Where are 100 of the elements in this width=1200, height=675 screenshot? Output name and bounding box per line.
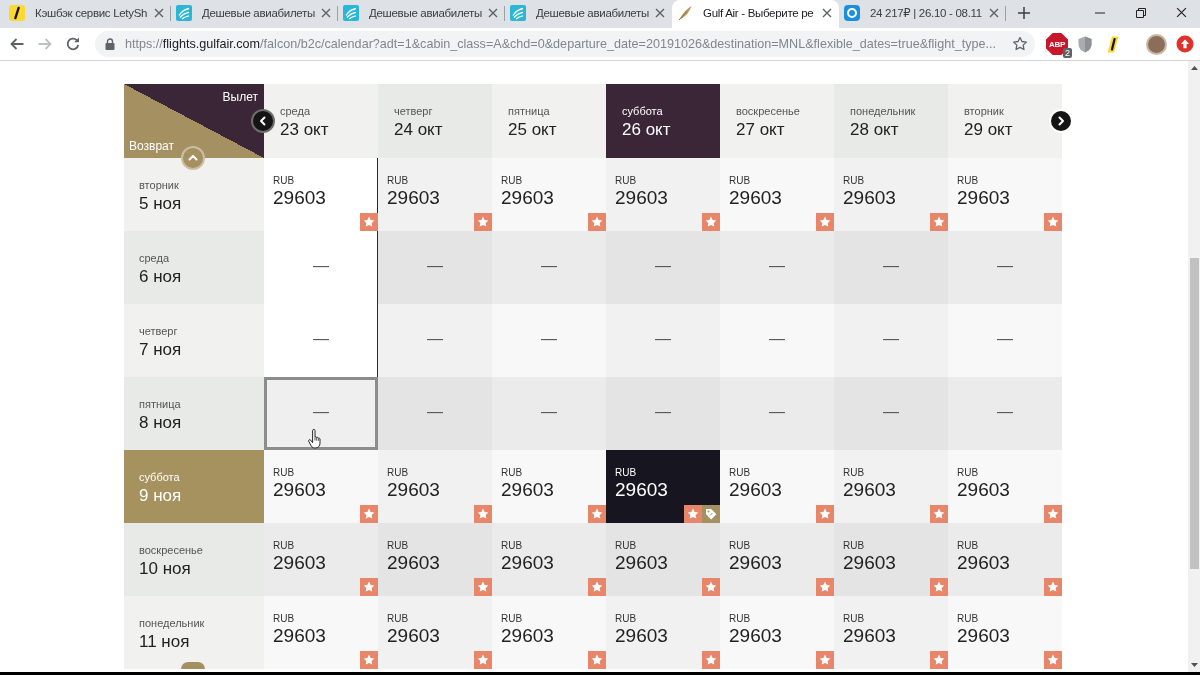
slash-logo-icon[interactable] bbox=[1107, 35, 1119, 53]
close-icon[interactable] bbox=[154, 7, 164, 18]
fare-cell[interactable]: RUB 29603 bbox=[606, 523, 720, 596]
close-icon[interactable] bbox=[989, 7, 999, 18]
browser-tab[interactable]: Кэшбэк сервис LetySh bbox=[4, 0, 171, 28]
fare-cell[interactable]: RUB 29603 bbox=[264, 450, 378, 523]
fare-cell[interactable]: RUB 29603 bbox=[720, 450, 834, 523]
fare-cell[interactable]: RUB 29603 bbox=[720, 596, 834, 669]
no-fare-dash: — bbox=[655, 329, 671, 348]
back-icon[interactable] bbox=[9, 36, 25, 52]
fare-cell[interactable]: RUB 29603 bbox=[834, 450, 948, 523]
weekday-label: воскресенье bbox=[139, 544, 203, 557]
fare-cell[interactable]: — bbox=[378, 377, 492, 450]
fare-cell[interactable]: — bbox=[492, 231, 606, 304]
restore-icon[interactable] bbox=[1136, 7, 1146, 18]
scroll-down-arrow-icon[interactable] bbox=[1190, 663, 1198, 667]
expand-button[interactable] bbox=[181, 662, 205, 669]
close-icon[interactable] bbox=[321, 7, 331, 18]
departure-date-header[interactable]: суббота 26 окт bbox=[606, 84, 720, 158]
reload-icon[interactable] bbox=[65, 36, 81, 52]
departure-date-header[interactable]: пятница 25 окт bbox=[492, 84, 606, 158]
fare-price: 29603 bbox=[957, 479, 1010, 501]
no-fare-dash: — bbox=[883, 256, 899, 275]
fare-cell[interactable]: — bbox=[606, 231, 720, 304]
fare-cell[interactable]: RUB 29603 bbox=[492, 158, 606, 231]
fare-cell[interactable]: — bbox=[834, 377, 948, 450]
close-icon[interactable] bbox=[822, 7, 832, 18]
close-icon[interactable] bbox=[488, 7, 498, 18]
fare-cell[interactable]: — bbox=[720, 231, 834, 304]
scroll-up-arrow-icon[interactable] bbox=[1190, 66, 1198, 70]
fare-cell[interactable]: RUB 29603 bbox=[492, 596, 606, 669]
fare-cell[interactable]: — bbox=[834, 304, 948, 377]
fare-cell[interactable]: — bbox=[720, 377, 834, 450]
fare-cell[interactable]: — bbox=[264, 377, 378, 450]
fare-cell[interactable]: RUB 29603 bbox=[720, 523, 834, 596]
return-date-cell[interactable]: вторник 5 ноя bbox=[124, 158, 264, 231]
fare-cell[interactable]: — bbox=[834, 231, 948, 304]
fare-cell[interactable]: RUB 29603 bbox=[720, 158, 834, 231]
fare-cell[interactable]: — bbox=[948, 304, 1062, 377]
fare-cell[interactable]: RUB 29603 bbox=[492, 523, 606, 596]
new-tab-plus-icon[interactable] bbox=[1018, 6, 1030, 19]
fare-cell[interactable]: — bbox=[492, 377, 606, 450]
fare-cell[interactable]: RUB 29603 bbox=[378, 523, 492, 596]
return-date-cell[interactable]: пятница 8 ноя bbox=[124, 377, 264, 450]
window-close-icon[interactable] bbox=[1175, 7, 1187, 18]
browser-tab[interactable]: Дешевые авиабилеты bbox=[505, 0, 672, 28]
fare-cell[interactable]: — bbox=[606, 377, 720, 450]
profile-avatar[interactable] bbox=[1145, 33, 1167, 55]
departure-date-header[interactable]: четверг 24 окт bbox=[378, 84, 492, 158]
minimize-icon[interactable] bbox=[1095, 11, 1105, 14]
bookmark-star-icon[interactable] bbox=[1012, 36, 1028, 52]
next-button[interactable] bbox=[1049, 109, 1073, 133]
scrollbar-thumb[interactable] bbox=[1190, 258, 1199, 569]
fare-cell[interactable]: RUB 29603 bbox=[378, 596, 492, 669]
fare-cell[interactable]: RUB 29603 bbox=[948, 158, 1062, 231]
fare-cell[interactable]: RUB 29603 bbox=[834, 158, 948, 231]
tab-title: Gulf Air - Выберите ре bbox=[703, 6, 815, 19]
departure-date-header[interactable]: воскресенье 27 окт bbox=[720, 84, 834, 158]
fare-cell[interactable]: RUB 29603 bbox=[948, 450, 1062, 523]
fare-cell[interactable]: — bbox=[606, 304, 720, 377]
fare-cell[interactable]: — bbox=[720, 304, 834, 377]
fare-cell[interactable]: RUB 29603 bbox=[834, 523, 948, 596]
departure-date-header[interactable]: понедельник 28 окт bbox=[834, 84, 948, 158]
browser-tab[interactable]: Gulf Air - Выберите ре bbox=[672, 0, 839, 28]
no-fare-dash: — bbox=[427, 402, 443, 421]
scrollbar[interactable] bbox=[1188, 61, 1200, 672]
fare-cell[interactable]: RUB 29603 bbox=[264, 523, 378, 596]
currency-label: RUB bbox=[615, 175, 637, 187]
fare-price: 29603 bbox=[387, 552, 440, 574]
close-icon[interactable] bbox=[655, 7, 665, 18]
fare-cell[interactable]: RUB 29603 bbox=[264, 596, 378, 669]
fare-cell[interactable]: — bbox=[378, 304, 492, 377]
fare-cell[interactable]: RUB 29603 bbox=[606, 596, 720, 669]
fare-cell[interactable]: RUB 29603 bbox=[948, 523, 1062, 596]
currency-label: RUB bbox=[501, 613, 523, 625]
return-date-cell[interactable]: среда 6 ноя bbox=[124, 231, 264, 304]
fare-cell[interactable]: RUB 29603 bbox=[378, 450, 492, 523]
browser-tab[interactable]: Дешевые авиабилеты bbox=[171, 0, 338, 28]
fare-cell[interactable]: — bbox=[492, 304, 606, 377]
fare-cell[interactable]: RUB 29603 bbox=[606, 158, 720, 231]
departure-date-header[interactable]: среда 23 окт bbox=[264, 84, 378, 158]
fare-cell[interactable]: — bbox=[948, 231, 1062, 304]
fare-price: 29603 bbox=[273, 552, 326, 574]
return-date-cell[interactable]: понедельник 11 ноя bbox=[124, 596, 264, 669]
fare-cell[interactable]: — bbox=[948, 377, 1062, 450]
fare-cell[interactable]: RUB 29603 bbox=[948, 596, 1062, 669]
currency-label: RUB bbox=[615, 613, 637, 625]
departure-date-header[interactable]: вторник 29 окт bbox=[948, 84, 1062, 158]
shield-icon[interactable] bbox=[1078, 35, 1092, 53]
return-date-cell[interactable]: воскресенье 10 ноя bbox=[124, 523, 264, 596]
fare-price: 29603 bbox=[615, 187, 668, 209]
fare-cell[interactable]: RUB 29603 bbox=[834, 596, 948, 669]
address-bar[interactable]: https://flights.gulfair.com/falcon/b2c/calendar?adt=1&cabin_class=A&chd=0&departure_date=20191026&destination=MNL&flexible_dates=true&flight_type... bbox=[95, 31, 1035, 57]
fare-cell[interactable]: — bbox=[378, 231, 492, 304]
browser-tab[interactable]: Дешевые авиабилеты bbox=[338, 0, 505, 28]
fare-cell[interactable]: RUB 29603 bbox=[492, 450, 606, 523]
fare-cell[interactable]: RUB 29603 bbox=[606, 450, 720, 523]
browser-tab[interactable]: 24 217₽ | 26.10 - 08.11 bbox=[839, 0, 1006, 28]
return-date-cell[interactable]: четверг 7 ноя bbox=[124, 304, 264, 377]
fare-cell[interactable]: RUB 29603 bbox=[378, 158, 492, 231]
